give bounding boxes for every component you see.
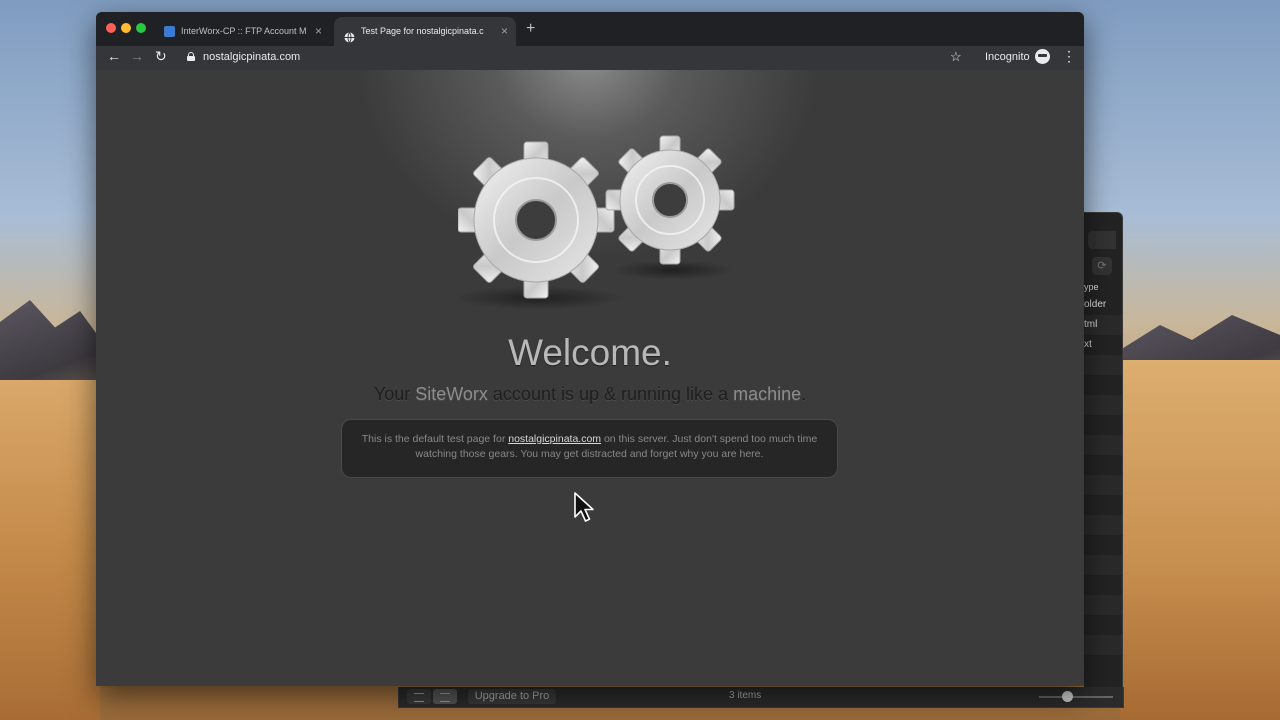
web-page: Welcome. Your SiteWorx account is up & r… (96, 70, 1084, 686)
zoom-window-button[interactable] (136, 23, 146, 33)
domain-link[interactable]: nostalgicpinata.com (508, 433, 601, 445)
incognito-icon[interactable] (1035, 49, 1050, 64)
incognito-label[interactable]: Incognito (985, 51, 1030, 63)
tab-test-page[interactable]: Test Page for nostalgicpinata.c × (334, 17, 516, 46)
tab-title: InterWorx-CP :: FTP Account M (181, 26, 307, 36)
desktop-dune-right (1120, 360, 1280, 720)
info-text: This is the default test page for (361, 433, 509, 445)
browser-toolbar: ← → ↻ nostalgicpinata.com ☆ Incognito ⋮ (96, 46, 1084, 70)
list-icon (440, 693, 450, 702)
finder-row-stripe (1084, 355, 1122, 375)
info-box: This is the default test page for nostal… (341, 419, 838, 478)
gears-illustration (458, 135, 735, 310)
interworx-icon (164, 26, 175, 37)
tab-interworx[interactable]: InterWorx-CP :: FTP Account M × (154, 17, 330, 46)
tagline-text: Your (373, 384, 416, 404)
zoom-slider-knob[interactable] (1062, 691, 1073, 702)
forward-arrow-icon[interactable]: → (130, 48, 144, 64)
globe-icon (344, 26, 355, 43)
item-count: 3 items (729, 690, 762, 701)
finder-row[interactable]: tml (1084, 315, 1122, 335)
finder-column-header[interactable]: ype (1084, 277, 1122, 297)
back-arrow-icon[interactable]: ← (107, 48, 121, 64)
small-gear-icon (605, 135, 735, 265)
finder-row-stripe (1084, 475, 1122, 495)
finder-row-stripe (1084, 515, 1122, 535)
zoom-slider-track[interactable] (1039, 696, 1113, 698)
desktop-dune-left (0, 380, 100, 720)
address-bar[interactable]: nostalgicpinata.com (203, 51, 300, 63)
finder-refresh-icon[interactable]: ⟳ (1092, 257, 1112, 275)
new-tab-button[interactable]: + (526, 20, 535, 38)
grid-icon (414, 693, 424, 702)
siteworx-brand: SiteWorx (415, 384, 488, 404)
tagline: Your SiteWorx account is up & running li… (96, 384, 1084, 405)
finder-row[interactable]: older (1084, 295, 1122, 315)
list-view-button[interactable] (433, 689, 457, 704)
finder-row-stripe (1084, 595, 1122, 615)
welcome-heading: Welcome. (508, 332, 672, 373)
finder-status-bar: Upgrade to Pro 3 items (398, 687, 1124, 708)
browser-window: InterWorx-CP :: FTP Account M × Test Pag… (96, 12, 1084, 686)
finder-row-stripe (1084, 555, 1122, 575)
mouse-pointer-icon (574, 492, 594, 522)
finder-row-stripe (1084, 435, 1122, 455)
large-gear-icon (458, 141, 615, 299)
menu-dots-icon[interactable]: ⋮ (1062, 48, 1076, 65)
minimize-window-button[interactable] (121, 23, 131, 33)
close-tab-icon[interactable]: × (315, 17, 322, 46)
finder-window: ⟳ ype older tml xt (1084, 212, 1123, 688)
upgrade-button[interactable]: Upgrade to Pro (468, 689, 556, 704)
reload-icon[interactable]: ↻ (155, 48, 167, 65)
finder-row-stripe (1084, 635, 1122, 655)
lock-icon[interactable] (187, 52, 195, 61)
close-tab-icon[interactable]: × (501, 17, 508, 46)
tagline-text: account is up & running like a (487, 384, 734, 404)
bookmark-star-icon[interactable]: ☆ (950, 49, 962, 65)
tab-strip: InterWorx-CP :: FTP Account M × Test Pag… (96, 12, 1084, 46)
finder-row[interactable]: xt (1084, 335, 1122, 355)
tagline-text: . (801, 384, 807, 404)
machine-word: machine (733, 384, 802, 404)
close-window-button[interactable] (106, 23, 116, 33)
icon-view-button[interactable] (407, 689, 431, 704)
finder-row-stripe (1084, 395, 1122, 415)
finder-search-field[interactable] (1088, 231, 1116, 249)
tab-title: Test Page for nostalgicpinata.c (361, 26, 484, 36)
